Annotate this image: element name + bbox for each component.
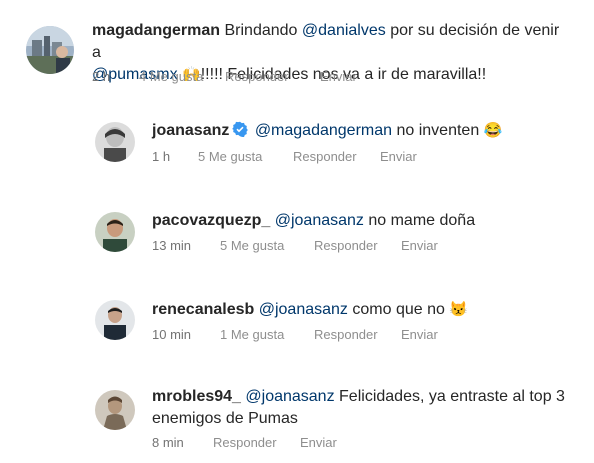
username[interactable]: mrobles94_ [152, 388, 241, 405]
reply-button[interactable]: Responder [314, 327, 378, 342]
send-button[interactable]: Enviar [401, 327, 438, 342]
avatar[interactable] [95, 122, 135, 162]
mention-link[interactable]: @magadangerman [255, 122, 392, 139]
reply-button[interactable]: Responder [213, 435, 277, 450]
reply-button[interactable]: Responder [293, 149, 357, 164]
comment-text: mrobles94_ @joanasanz Felicidades, ya en… [152, 386, 572, 430]
username[interactable]: joanasanz [152, 122, 229, 139]
reply-item: joanasanz @magadangerman no inventen 😂 1… [0, 110, 594, 190]
comment-meta: 2 h 4 Me gusta Responder Enviar [92, 69, 572, 85]
comment-text: renecanalesb @joanasanz como que no 😾 [152, 299, 572, 321]
reply-button[interactable]: Responder [225, 69, 289, 84]
comment-text-part: no inventen [396, 122, 480, 139]
comment-text-part: como que no [352, 301, 445, 318]
comment-body: pacovazquezp_ @joanasanz no mame doña [152, 210, 572, 232]
mention-link[interactable]: @joanasanz [259, 301, 348, 318]
avatar[interactable] [95, 390, 135, 430]
avatar[interactable] [95, 212, 135, 252]
verified-badge-icon [232, 121, 249, 144]
mention-link[interactable]: @danialves [302, 22, 386, 39]
timestamp[interactable]: 1 h [152, 149, 170, 164]
comment-body: mrobles94_ @joanasanz Felicidades, ya en… [152, 386, 572, 430]
avatar[interactable] [26, 26, 74, 74]
comment-text: joanasanz @magadangerman no inventen 😂 [152, 120, 572, 144]
username[interactable]: pacovazquezp_ [152, 212, 270, 229]
timestamp[interactable]: 13 min [152, 238, 191, 253]
send-button[interactable]: Enviar [380, 149, 417, 164]
timestamp[interactable]: 8 min [152, 435, 184, 450]
reply-item: pacovazquezp_ @joanasanz no mame doña 13… [0, 200, 594, 280]
reply-button[interactable]: Responder [314, 238, 378, 253]
username[interactable]: magadangerman [92, 22, 220, 39]
send-button[interactable]: Enviar [300, 435, 337, 450]
comment-body: renecanalesb @joanasanz como que no 😾 [152, 299, 572, 321]
comment-meta: 1 h 5 Me gusta Responder Enviar [152, 149, 572, 165]
username[interactable]: renecanalesb [152, 301, 254, 318]
likes-count[interactable]: 1 Me gusta [220, 327, 284, 342]
mention-link[interactable]: @joanasanz [275, 212, 364, 229]
send-button[interactable]: Enviar [401, 238, 438, 253]
avatar[interactable] [95, 300, 135, 340]
comment-text-part: no mame doña [368, 212, 476, 229]
likes-count[interactable]: 5 Me gusta [198, 149, 262, 164]
comment-body: joanasanz @magadangerman no inventen 😂 [152, 120, 572, 144]
comment-text-part: enemigos de Pumas [152, 410, 298, 427]
likes-count[interactable]: 5 Me gusta [220, 238, 284, 253]
reply-item: renecanalesb @joanasanz como que no 😾 10… [0, 290, 594, 370]
laughing-emoji: 😂 [483, 122, 503, 139]
comment-text-part: Brindando [224, 22, 298, 39]
timestamp[interactable]: 10 min [152, 327, 191, 342]
comment-meta: 13 min 5 Me gusta Responder Enviar [152, 238, 572, 254]
comment-item: magadangerman Brindando @danialves por s… [0, 0, 594, 100]
send-button[interactable]: Enviar [320, 69, 357, 84]
comment-meta: 10 min 1 Me gusta Responder Enviar [152, 327, 572, 343]
comment-meta: 8 min Responder Enviar [152, 435, 572, 451]
timestamp[interactable]: 2 h [92, 69, 110, 84]
comment-text-part: Felicidades, ya entraste al top 3 [339, 388, 565, 405]
pouting-cat-emoji: 😾 [449, 301, 469, 318]
comment-text: pacovazquezp_ @joanasanz no mame doña [152, 210, 572, 232]
reply-item: mrobles94_ @joanasanz Felicidades, ya en… [0, 378, 594, 463]
mention-link[interactable]: @joanasanz [245, 388, 334, 405]
likes-count[interactable]: 4 Me gusta [139, 69, 203, 84]
